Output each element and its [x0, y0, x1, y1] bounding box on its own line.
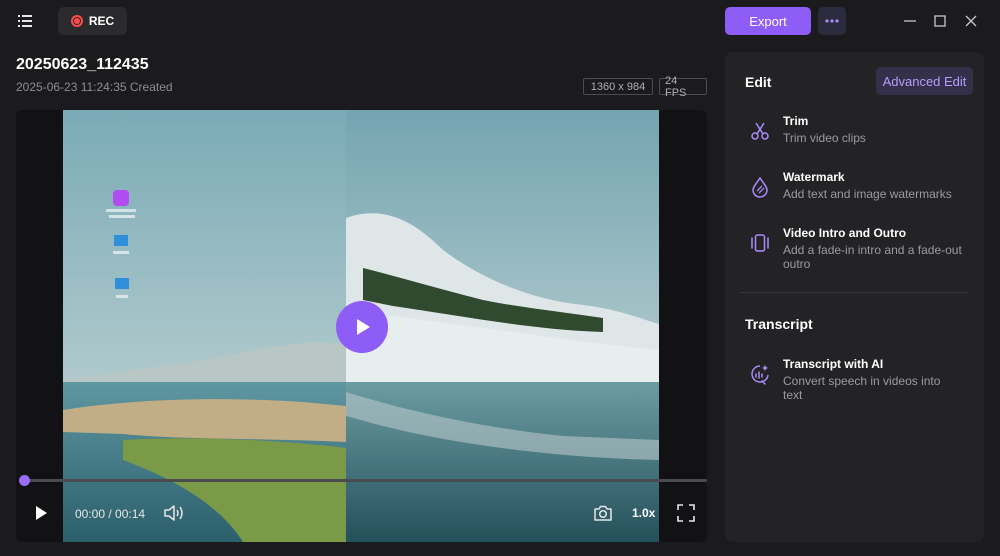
playback-speed[interactable]: 1.0x: [632, 506, 655, 520]
intro-outro-icon: [751, 234, 769, 252]
ai-transcript-icon: [751, 365, 769, 385]
advanced-edit-button[interactable]: Advanced Edit: [876, 67, 973, 95]
more-options-button[interactable]: [818, 7, 846, 35]
record-icon: [70, 15, 83, 27]
list-menu-icon: [18, 15, 32, 27]
feature-watermark[interactable]: Watermark Add text and image watermarks: [745, 170, 975, 210]
resolution-badge: 1360 x 984: [583, 78, 653, 95]
more-dots-icon: [825, 19, 839, 23]
feature-description: Add text and image watermarks: [783, 187, 952, 201]
feature-description: Add a fade-in intro and a fade-out outro: [783, 243, 962, 271]
export-button[interactable]: Export: [725, 7, 811, 35]
rec-button[interactable]: REC: [58, 7, 127, 35]
feature-description: Trim video clips: [783, 131, 866, 145]
play-overlay-button[interactable]: [336, 301, 388, 353]
feature-title: Watermark: [783, 170, 845, 184]
fps-badge: 24 FPS: [659, 75, 707, 99]
feature-title: Trim: [783, 114, 809, 128]
maximize-button[interactable]: [930, 11, 950, 31]
volume-icon: [164, 505, 183, 521]
minimize-button[interactable]: [900, 11, 920, 31]
video-player[interactable]: 00:00 / 00:14 1.0x: [16, 110, 707, 542]
feature-intro-outro[interactable]: Video Intro and Outro Add a fade-in intr…: [745, 226, 975, 276]
play-button[interactable]: [32, 504, 50, 527]
feature-transcript-ai[interactable]: Transcript with AI Convert speech in vid…: [745, 357, 975, 407]
menu-button[interactable]: [14, 10, 36, 32]
minimize-icon: [904, 20, 916, 22]
edit-panel: Edit Advanced Edit Trim Trim video clips…: [725, 52, 984, 542]
feature-description: Convert speech in videos into text: [783, 374, 941, 402]
playback-time: 00:00 / 00:14: [75, 507, 146, 521]
volume-button[interactable]: [162, 502, 186, 529]
progress-handle[interactable]: [19, 475, 30, 486]
playback-controls: 00:00 / 00:14 1.0x: [16, 490, 707, 542]
feature-title: Video Intro and Outro: [783, 226, 907, 240]
maximize-icon: [934, 15, 946, 27]
created-timestamp: 2025-06-23 11:24:35 Created: [16, 80, 173, 94]
rec-label: REC: [88, 14, 115, 28]
recording-title: 20250623_112435: [16, 56, 149, 73]
fullscreen-icon: [677, 504, 695, 522]
close-button[interactable]: [961, 11, 981, 31]
watermark-icon: [752, 176, 768, 198]
fullscreen-button[interactable]: [675, 502, 697, 529]
transcript-section-title: Transcript: [745, 316, 813, 332]
edit-section-title: Edit: [745, 74, 772, 90]
close-icon: [965, 15, 977, 27]
camera-icon: [594, 505, 612, 521]
feature-trim[interactable]: Trim Trim video clips: [745, 114, 975, 154]
screenshot-button[interactable]: [592, 502, 614, 529]
feature-title: Transcript with AI: [783, 357, 884, 371]
progress-bar[interactable]: [20, 479, 707, 482]
play-icon: [36, 506, 47, 520]
play-icon: [357, 319, 370, 335]
scissors-icon: [751, 122, 769, 140]
section-divider: [740, 292, 969, 293]
